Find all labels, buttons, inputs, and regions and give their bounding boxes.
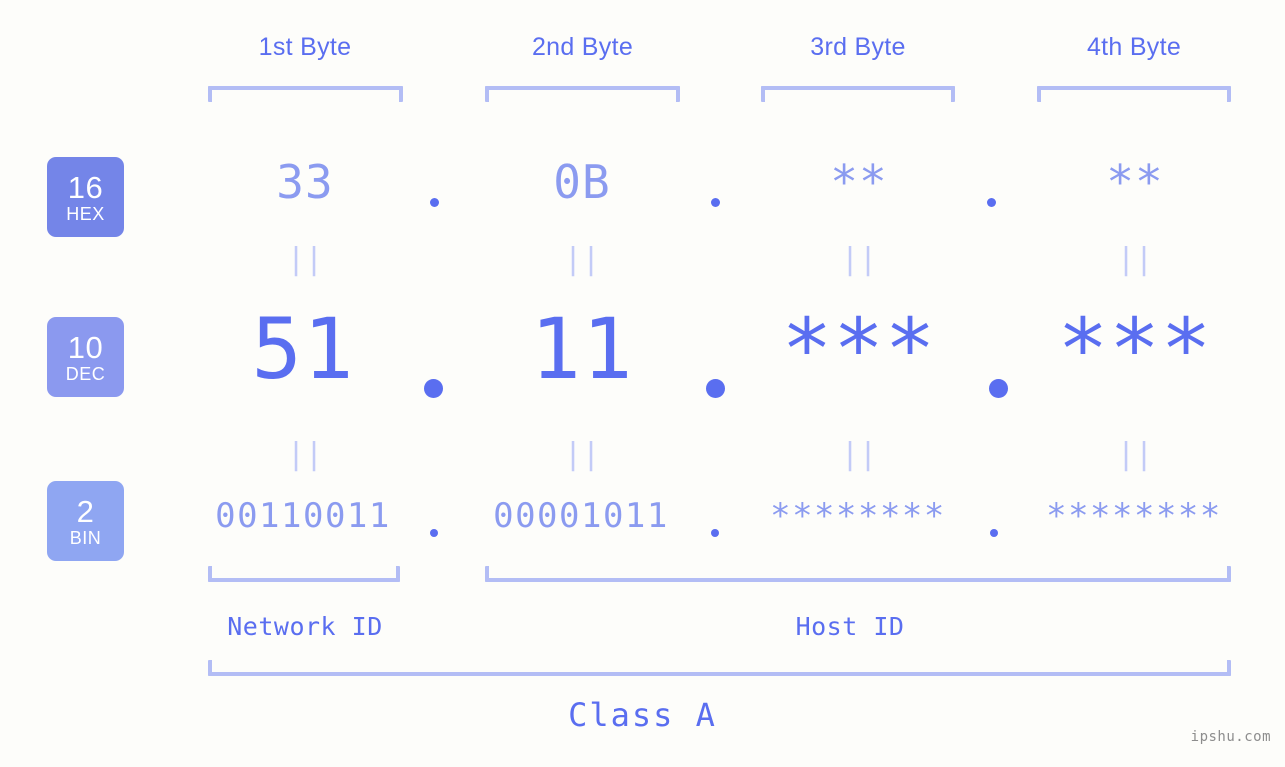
- byte-header-label-1: 1st Byte: [258, 33, 352, 61]
- equality-connector-2-1: ||: [286, 437, 324, 472]
- network-id-bracket: [208, 566, 400, 582]
- byte-bracket-top-4: [1037, 86, 1231, 102]
- class-label: Class A: [568, 696, 717, 734]
- bin-byte-value-1: 00110011: [215, 496, 391, 536]
- hex-byte-value-1: 33: [276, 155, 334, 209]
- equality-connector-1-4: ||: [1116, 242, 1154, 277]
- bin-byte-value-4: ********: [1046, 496, 1222, 536]
- hex-separator-dot-2: [711, 198, 720, 207]
- bin-separator-dot-3: [990, 529, 998, 537]
- hex-separator-dot-3: [987, 198, 996, 207]
- byte-header-label-2: 2nd Byte: [531, 33, 634, 61]
- byte-header-label-4: 4th Byte: [1086, 33, 1182, 61]
- base-badge-dec: 10 DEC: [47, 317, 124, 397]
- host-id-label: Host ID: [795, 612, 905, 641]
- watermark: ipshu.com: [1190, 729, 1271, 745]
- dec-byte-value-2: 11: [530, 300, 634, 398]
- byte-bracket-top-3: [761, 86, 955, 102]
- dec-byte-value-1: 51: [251, 300, 355, 398]
- base-badge-bin: 2 BIN: [47, 481, 124, 561]
- bin-separator-dot-2: [711, 529, 719, 537]
- equality-connector-2-3: ||: [840, 437, 878, 472]
- network-id-label: Network ID: [227, 612, 383, 641]
- equality-connector-1-3: ||: [840, 242, 878, 277]
- hex-byte-value-4: **: [1106, 155, 1164, 209]
- base-badge-hex-name: HEX: [66, 203, 105, 224]
- bin-byte-value-2: 00001011: [493, 496, 669, 536]
- base-badge-dec-number: 10: [67, 329, 104, 365]
- byte-bracket-top-2: [485, 86, 680, 102]
- base-badge-dec-name: DEC: [65, 363, 106, 384]
- bin-separator-dot-1: [430, 529, 438, 537]
- dec-separator-dot-1: [424, 379, 443, 398]
- equality-connector-2-4: ||: [1116, 437, 1154, 472]
- ip-byte-breakdown-diagram: 1st Byte 2nd Byte 3rd Byte 4th Byte 16 H…: [0, 0, 1285, 767]
- hex-separator-dot-1: [430, 198, 439, 207]
- dec-byte-value-4: ***: [1057, 300, 1213, 398]
- class-bracket: [208, 660, 1231, 676]
- base-badge-bin-number: 2: [76, 493, 95, 529]
- base-badge-hex-number: 16: [67, 169, 104, 205]
- host-id-bracket: [485, 566, 1231, 582]
- base-badge-hex: 16 HEX: [47, 157, 124, 237]
- equality-connector-1-1: ||: [286, 242, 324, 277]
- hex-byte-value-2: 0B: [553, 155, 611, 209]
- equality-connector-2-2: ||: [563, 437, 601, 472]
- dec-separator-dot-3: [989, 379, 1008, 398]
- base-badge-bin-name: BIN: [69, 527, 102, 548]
- equality-connector-1-2: ||: [563, 242, 601, 277]
- dec-separator-dot-2: [706, 379, 725, 398]
- hex-byte-value-3: **: [830, 155, 888, 209]
- bin-byte-value-3: ********: [770, 496, 946, 536]
- dec-byte-value-3: ***: [781, 300, 937, 398]
- byte-bracket-top-1: [208, 86, 403, 102]
- byte-header-label-3: 3rd Byte: [810, 33, 906, 61]
